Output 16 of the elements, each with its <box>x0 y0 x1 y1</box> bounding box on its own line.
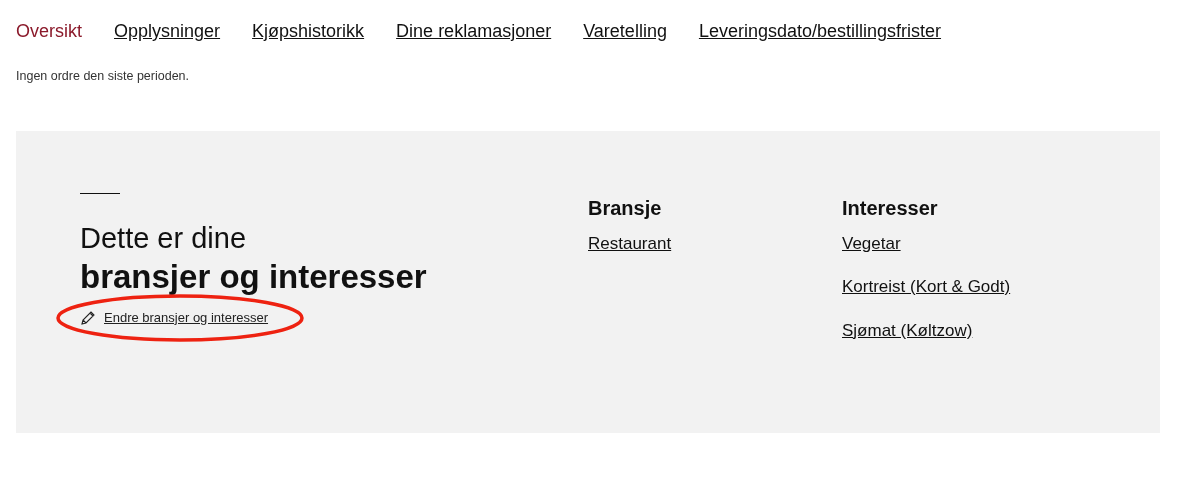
nav-tab[interactable]: Opplysninger <box>114 18 221 45</box>
pencil-icon <box>80 309 96 326</box>
tag-link[interactable]: Kortreist (Kort & Godt) <box>842 274 1011 300</box>
nav-tab[interactable]: Leveringsdato/bestillingsfrister <box>698 18 942 45</box>
nav-tab[interactable]: Kjøpshistorikk <box>252 18 365 45</box>
tag-link[interactable]: Restaurant <box>588 230 672 257</box>
nav-tab[interactable]: Dine reklamasjoner <box>396 18 552 45</box>
status-message: Ingen ordre den siste perioden. <box>16 68 191 85</box>
tag-link[interactable]: Sjømat (Køltzow) <box>842 317 973 344</box>
nav-tab[interactable]: Varetelling <box>583 18 667 45</box>
tag-link[interactable]: Vegetar <box>842 230 901 257</box>
heading-line: bransjer og interesser <box>80 256 428 297</box>
group-title: Interesser <box>842 195 939 221</box>
nav-tab[interactable]: Oversikt <box>16 18 82 45</box>
heading-line: Dette er dine <box>80 220 248 256</box>
group-title: Bransje <box>588 195 663 221</box>
